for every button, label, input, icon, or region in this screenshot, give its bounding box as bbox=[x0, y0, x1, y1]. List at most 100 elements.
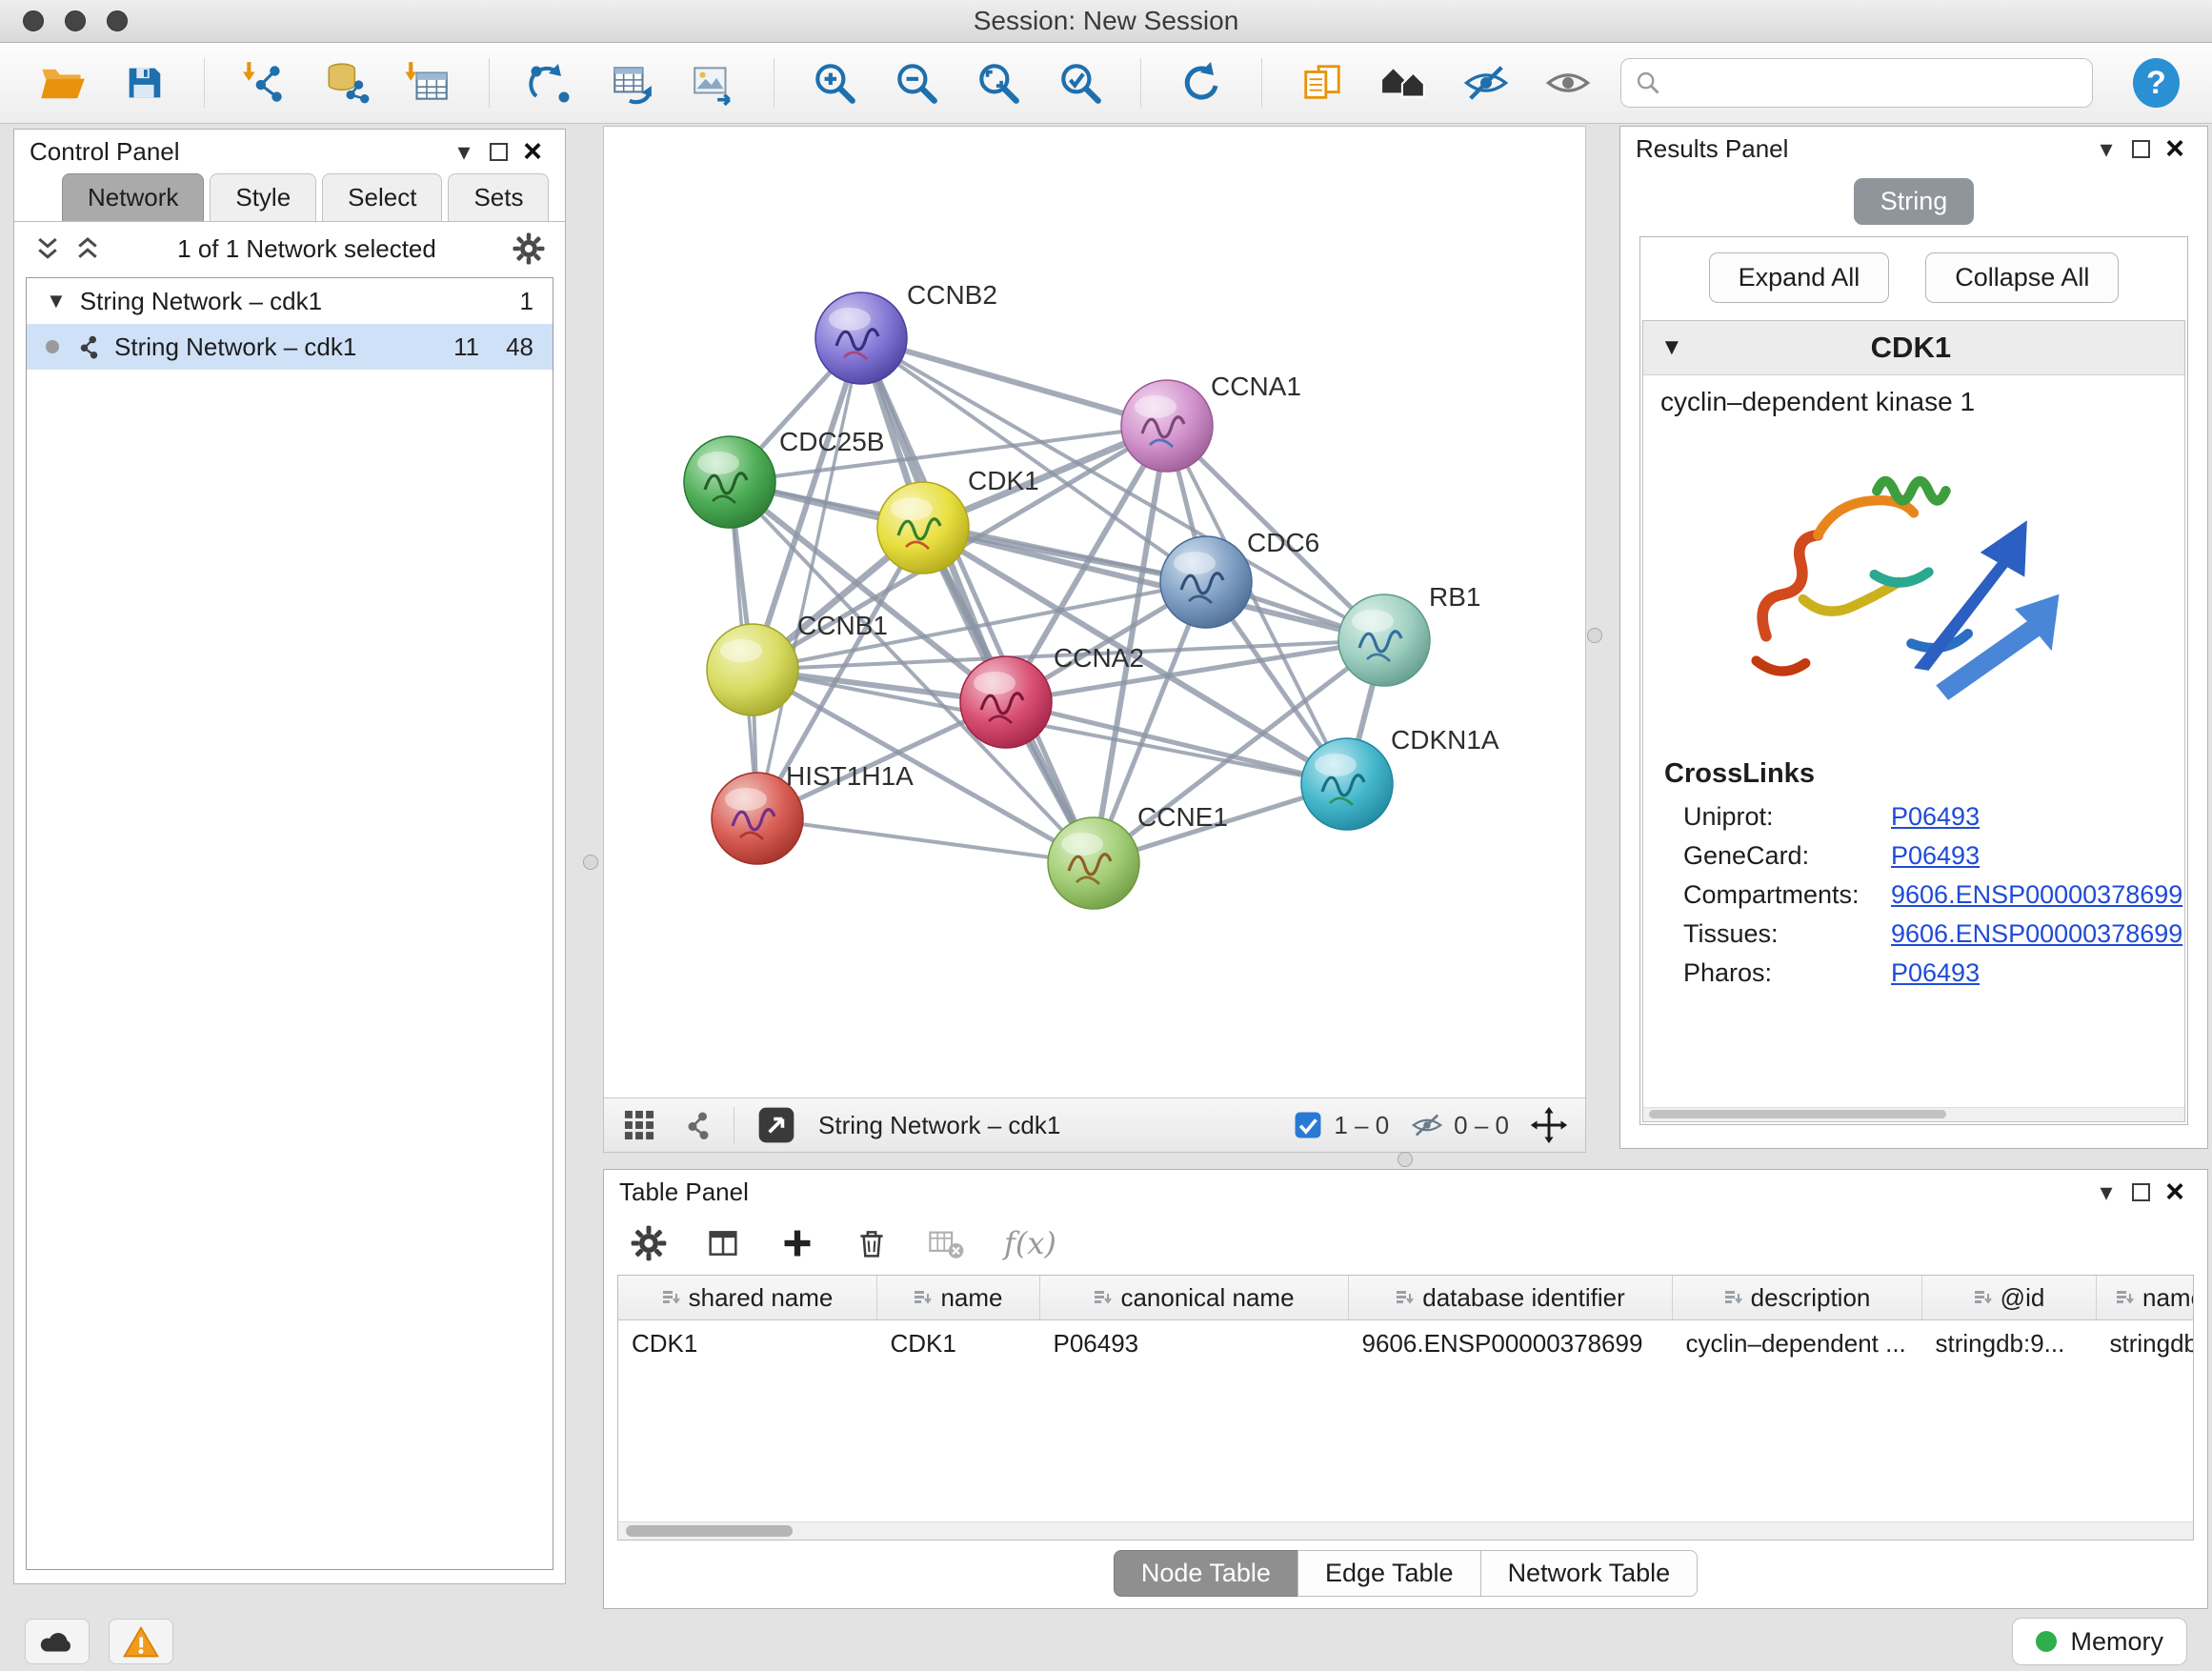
panel-float-button[interactable] bbox=[2123, 140, 2158, 158]
table-horizontal-scrollbar[interactable] bbox=[618, 1521, 2193, 1540]
table-cell[interactable]: 9606.ENSP00000378699 bbox=[1349, 1320, 1673, 1367]
splitter-handle[interactable] bbox=[583, 855, 598, 870]
network-row[interactable]: String Network – cdk1 11 48 bbox=[27, 324, 553, 370]
hide-selected-button[interactable] bbox=[1457, 53, 1516, 112]
tab-select[interactable]: Select bbox=[322, 173, 442, 221]
expand-all-icon[interactable] bbox=[33, 234, 62, 263]
zoom-in-button[interactable] bbox=[805, 53, 864, 112]
tab-edge-table[interactable]: Edge Table bbox=[1297, 1550, 1481, 1597]
apply-layout-button[interactable] bbox=[1172, 53, 1231, 112]
first-neighbors-button[interactable] bbox=[520, 53, 579, 112]
panel-float-button[interactable] bbox=[2123, 1183, 2158, 1201]
table-cell[interactable]: CDK1 bbox=[618, 1320, 877, 1367]
column-header-database-identifier[interactable]: database identifier bbox=[1349, 1276, 1673, 1320]
tab-node-table[interactable]: Node Table bbox=[1114, 1550, 1298, 1597]
column-header-shared-name[interactable]: shared name bbox=[618, 1276, 877, 1320]
tab-string[interactable]: String bbox=[1854, 178, 1975, 225]
network-edge[interactable] bbox=[757, 818, 1094, 863]
show-all-views-button[interactable] bbox=[1375, 53, 1434, 112]
network-graph[interactable]: CCNB2CCNA1CDC25BCDK1CDC6RB1CCNB1CCNA2CDK… bbox=[604, 127, 1585, 1097]
zoom-fit-button[interactable] bbox=[969, 53, 1028, 112]
help-button[interactable]: ? bbox=[2133, 58, 2180, 108]
cloud-button[interactable] bbox=[25, 1619, 90, 1664]
network-node-cdc25b[interactable] bbox=[684, 436, 775, 528]
minimize-window-button[interactable] bbox=[65, 10, 86, 31]
section-collapse-icon[interactable]: ▼ bbox=[1660, 334, 1683, 361]
tissues-link[interactable]: 9606.ENSP00000378699 bbox=[1891, 919, 2182, 949]
warning-button[interactable] bbox=[109, 1619, 173, 1664]
table-cell[interactable]: stringdb:9... bbox=[1922, 1320, 2097, 1367]
splitter-handle[interactable] bbox=[1398, 1152, 1413, 1167]
column-header-name[interactable]: name bbox=[877, 1276, 1040, 1320]
network-node-rb1[interactable] bbox=[1338, 594, 1430, 686]
delete-table-button[interactable] bbox=[924, 1221, 968, 1265]
panel-close-button[interactable]: × bbox=[2158, 132, 2192, 165]
table-cell[interactable]: CDK1 bbox=[877, 1320, 1040, 1367]
tree-expand-icon[interactable]: ▼ bbox=[46, 289, 67, 313]
tab-style[interactable]: Style bbox=[210, 173, 316, 221]
network-node-ccnb2[interactable] bbox=[815, 292, 907, 384]
panel-collapse-button[interactable]: ▾ bbox=[2089, 134, 2123, 164]
table-cell[interactable]: P06493 bbox=[1040, 1320, 1349, 1367]
save-session-button[interactable] bbox=[114, 53, 173, 112]
zoom-selected-button[interactable] bbox=[1051, 53, 1110, 112]
tab-network-table[interactable]: Network Table bbox=[1480, 1550, 1699, 1597]
function-builder-button[interactable]: f(x) bbox=[1004, 1225, 1056, 1261]
delete-column-button[interactable] bbox=[850, 1221, 894, 1265]
gear-icon[interactable] bbox=[512, 232, 546, 266]
panel-collapse-button[interactable]: ▾ bbox=[2089, 1178, 2123, 1207]
column-header-description[interactable]: description bbox=[1673, 1276, 1922, 1320]
column-header-canonical-name[interactable]: canonical name bbox=[1040, 1276, 1349, 1320]
network-node-cdkn1a[interactable] bbox=[1301, 738, 1393, 830]
panel-float-button[interactable] bbox=[481, 143, 515, 161]
network-node-cdk1[interactable] bbox=[877, 482, 969, 574]
panel-close-button[interactable]: × bbox=[2158, 1176, 2192, 1208]
splitter-handle[interactable] bbox=[1587, 628, 1602, 643]
create-column-button[interactable] bbox=[775, 1221, 819, 1265]
export-image-button[interactable] bbox=[684, 53, 743, 112]
network-node-ccnb1[interactable] bbox=[707, 624, 798, 715]
collapse-all-icon[interactable] bbox=[73, 234, 102, 263]
show-hidden-button[interactable] bbox=[1538, 53, 1598, 112]
expand-all-button[interactable]: Expand All bbox=[1709, 252, 1890, 303]
network-node-cdc6[interactable] bbox=[1160, 536, 1252, 628]
scrollbar-thumb[interactable] bbox=[626, 1525, 793, 1537]
open-session-button[interactable] bbox=[32, 53, 91, 112]
pharos-link[interactable]: P06493 bbox=[1891, 958, 1980, 988]
table-cell[interactable]: cyclin–dependent ... bbox=[1673, 1320, 1922, 1367]
show-columns-button[interactable] bbox=[701, 1221, 745, 1265]
birdseye-button[interactable] bbox=[755, 1104, 797, 1146]
panel-collapse-button[interactable]: ▾ bbox=[447, 137, 481, 167]
compartments-link[interactable]: 9606.ENSP00000378699 bbox=[1891, 880, 2182, 910]
zoom-out-button[interactable] bbox=[887, 53, 946, 112]
table-row[interactable]: CDK1CDK1P064939606.ENSP00000378699cyclin… bbox=[618, 1320, 2194, 1367]
import-network-database-button[interactable] bbox=[317, 53, 376, 112]
import-network-file-button[interactable] bbox=[235, 53, 294, 112]
search-input[interactable] bbox=[1671, 68, 2079, 99]
grid-view-icon[interactable] bbox=[621, 1107, 657, 1143]
panel-close-button[interactable]: × bbox=[515, 135, 550, 168]
close-window-button[interactable] bbox=[23, 10, 44, 31]
network-edge[interactable] bbox=[757, 338, 861, 818]
collapse-all-button[interactable]: Collapse All bbox=[1925, 252, 2119, 303]
zoom-window-button[interactable] bbox=[107, 10, 128, 31]
column-header--id[interactable]: @id bbox=[1922, 1276, 2097, 1320]
copy-button[interactable] bbox=[1293, 53, 1352, 112]
scrollbar-thumb[interactable] bbox=[1649, 1110, 1946, 1118]
genecard-link[interactable]: P06493 bbox=[1891, 841, 1980, 871]
table-cell[interactable]: stringdb bbox=[2097, 1320, 2195, 1367]
network-view-icon[interactable] bbox=[678, 1108, 713, 1142]
column-header-namespac[interactable]: namespac bbox=[2097, 1276, 2195, 1320]
new-network-from-table-button[interactable] bbox=[602, 53, 661, 112]
protein-section-header[interactable]: ▼ CDK1 bbox=[1643, 321, 2184, 375]
network-edge[interactable] bbox=[861, 338, 1167, 426]
results-horizontal-scrollbar[interactable] bbox=[1643, 1107, 2184, 1121]
tab-network[interactable]: Network bbox=[62, 173, 204, 221]
pan-crosshair-icon[interactable] bbox=[1530, 1106, 1568, 1144]
network-canvas[interactable]: CCNB2CCNA1CDC25BCDK1CDC6RB1CCNB1CCNA2CDK… bbox=[604, 127, 1585, 1097]
network-node-ccna2[interactable] bbox=[960, 656, 1052, 748]
table-settings-button[interactable] bbox=[627, 1221, 671, 1265]
tab-sets[interactable]: Sets bbox=[448, 173, 549, 221]
uniprot-link[interactable]: P06493 bbox=[1891, 802, 1980, 832]
memory-button[interactable]: Memory bbox=[2012, 1618, 2187, 1665]
